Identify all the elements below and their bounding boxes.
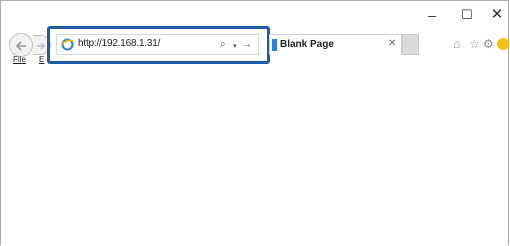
new-tab-button[interactable] <box>402 34 419 55</box>
ie-tab-icon <box>272 39 277 51</box>
smiley-feedback-icon[interactable] <box>497 38 509 50</box>
page-content <box>1 67 508 245</box>
home-icon[interactable]: ⌂ <box>453 37 460 51</box>
tab-close-icon[interactable]: ✕ <box>388 38 396 49</box>
tab-blank-page[interactable]: Blank Page ✕ <box>269 34 402 55</box>
title-bar: – ☐ ✕ http://192.168.1.31/ ⌕ ▾ → Blank P… <box>1 1 509 64</box>
maximize-button[interactable]: ☐ <box>456 7 478 23</box>
menu-file[interactable]: File <box>13 55 26 64</box>
tab-title: Blank Page <box>280 39 334 50</box>
menu-edit[interactable]: E <box>39 55 44 64</box>
minimize-button[interactable]: – <box>421 7 443 23</box>
close-window-button[interactable]: ✕ <box>486 7 508 23</box>
menu-bar: File E <box>1 55 508 67</box>
back-button[interactable] <box>9 33 33 57</box>
browser-window: – ☐ ✕ http://192.168.1.31/ ⌕ ▾ → Blank P… <box>0 0 509 245</box>
favorites-star-icon[interactable]: ☆ <box>469 37 480 51</box>
gear-icon[interactable]: ⚙ <box>483 37 494 51</box>
